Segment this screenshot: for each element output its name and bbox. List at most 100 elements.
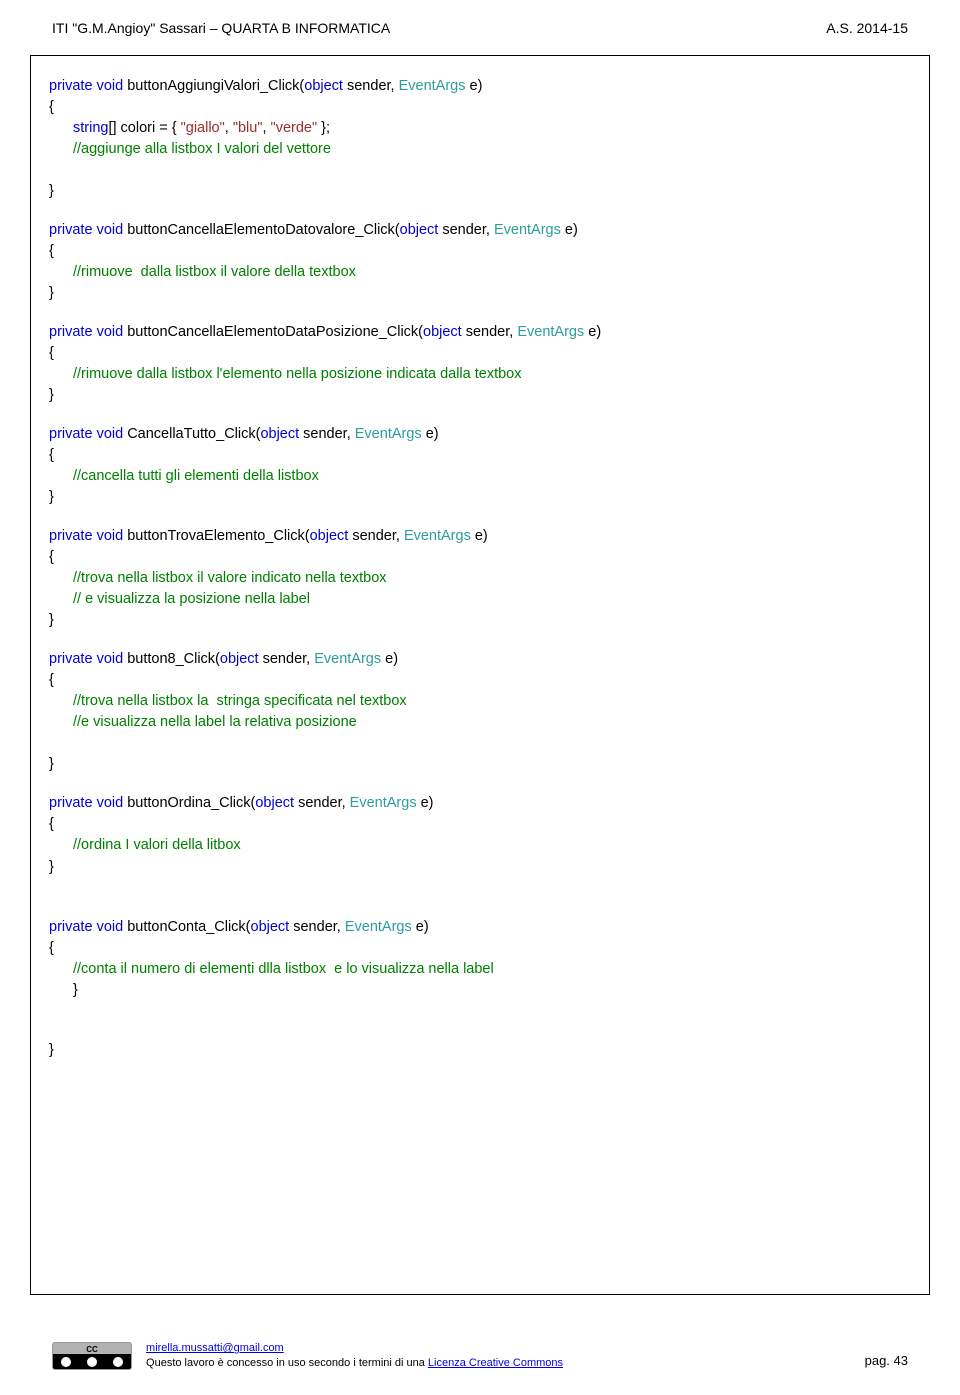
type-eventargs: EventArgs xyxy=(399,78,466,94)
type-eventargs: EventArgs xyxy=(494,222,561,238)
string-literal: "verde" xyxy=(271,120,318,136)
sig-tail: sender, xyxy=(289,919,345,935)
method-button8: private void button8_Click(object sender… xyxy=(49,649,911,775)
brace-close: } xyxy=(49,283,911,304)
kw-private: private xyxy=(49,324,93,340)
page-num-value: 43 xyxy=(894,1353,908,1368)
footer-text: mirella.mussatti@gmail.com Questo lavoro… xyxy=(146,1341,563,1371)
method-cancella-data-posizione: private void buttonCancellaElementoDataP… xyxy=(49,322,911,406)
sig-tail: sender, xyxy=(299,426,355,442)
brace-open: { xyxy=(49,547,911,568)
code-frame: private void buttonAggiungiValori_Click(… xyxy=(30,55,930,1295)
sig-end: e) xyxy=(561,222,578,238)
method-name: buttonCancellaElementoDataPosizione_Clic… xyxy=(123,324,423,340)
brace-open: { xyxy=(49,97,911,118)
brace-open: { xyxy=(49,445,911,466)
string-literal: "giallo" xyxy=(181,120,225,136)
comment: //rimuove dalla listbox l'elemento nella… xyxy=(49,364,911,385)
sig-tail: sender, xyxy=(438,222,494,238)
method-name: buttonConta_Click( xyxy=(123,919,250,935)
text: , xyxy=(225,120,233,136)
brace-close: } xyxy=(49,857,911,878)
kw-private: private xyxy=(49,78,93,94)
comment: //trova nella listbox il valore indicato… xyxy=(49,568,911,589)
method-name: CancellaTutto_Click( xyxy=(123,426,260,442)
method-name: buttonOrdina_Click( xyxy=(123,795,255,811)
cc-license-icon: CC xyxy=(52,1342,132,1370)
kw-object: object xyxy=(423,324,462,340)
method-name: button8_Click( xyxy=(123,651,220,667)
brace-open: { xyxy=(49,814,911,835)
license-link[interactable]: Licenza Creative Commons xyxy=(428,1357,563,1369)
brace-close: } xyxy=(49,610,911,631)
footer-email-link[interactable]: mirella.mussatti@gmail.com xyxy=(146,1342,284,1354)
brace-close: } xyxy=(49,385,911,406)
kw-private: private xyxy=(49,222,93,238)
kw-void: void xyxy=(97,795,124,811)
comment: //aggiunge alla listbox I valori del vet… xyxy=(49,139,911,160)
type-eventargs: EventArgs xyxy=(350,795,417,811)
brace-close: } xyxy=(49,980,911,1001)
type-eventargs: EventArgs xyxy=(314,651,381,667)
method-conta: private void buttonConta_Click(object se… xyxy=(49,917,911,1001)
sig-end: e) xyxy=(412,919,429,935)
sig-end: e) xyxy=(471,528,488,544)
method-trova-elemento: private void buttonTrovaElemento_Click(o… xyxy=(49,526,911,631)
method-name: buttonAggiungiValori_Click( xyxy=(123,78,304,94)
brace-close: } xyxy=(49,487,911,508)
method-cancella-tutto: private void CancellaTutto_Click(object … xyxy=(49,424,911,508)
kw-object: object xyxy=(400,222,439,238)
method-ordina: private void buttonOrdina_Click(object s… xyxy=(49,793,911,877)
type-eventargs: EventArgs xyxy=(404,528,471,544)
string-literal: "blu" xyxy=(233,120,263,136)
brace-open: { xyxy=(49,670,911,691)
kw-void: void xyxy=(97,651,124,667)
kw-object: object xyxy=(310,528,349,544)
comment: //e visualizza nella label la relativa p… xyxy=(49,712,911,733)
comment: //cancella tutti gli elementi della list… xyxy=(49,466,911,487)
sig-tail: sender, xyxy=(348,528,404,544)
text: [] colori = { xyxy=(108,120,180,136)
method-name: buttonCancellaElementoDatovalore_Click( xyxy=(123,222,399,238)
sig-end: e) xyxy=(422,426,439,442)
header-left: ITI "G.M.Angioy" Sassari – QUARTA B INFO… xyxy=(52,18,390,38)
kw-private: private xyxy=(49,795,93,811)
sig-tail: sender, xyxy=(259,651,315,667)
sig-end: e) xyxy=(381,651,398,667)
text: , xyxy=(262,120,270,136)
text: }; xyxy=(317,120,330,136)
kw-void: void xyxy=(97,919,124,935)
kw-object: object xyxy=(260,426,299,442)
method-cancella-datovalore: private void buttonCancellaElementoDatov… xyxy=(49,220,911,304)
kw-void: void xyxy=(97,222,124,238)
header-right: A.S. 2014-15 xyxy=(826,18,908,38)
type-eventargs: EventArgs xyxy=(345,919,412,935)
sig-tail: sender, xyxy=(294,795,350,811)
type-eventargs: EventArgs xyxy=(355,426,422,442)
sig-end: e) xyxy=(584,324,601,340)
comment: //rimuove dalla listbox il valore della … xyxy=(49,262,911,283)
page-header: ITI "G.M.Angioy" Sassari – QUARTA B INFO… xyxy=(52,18,908,38)
class-brace-close: } xyxy=(49,1040,911,1061)
kw-void: void xyxy=(97,324,124,340)
type-eventargs: EventArgs xyxy=(517,324,584,340)
comment: //conta il numero di elementi dlla listb… xyxy=(49,959,911,980)
brace-close: } xyxy=(49,754,911,775)
kw-private: private xyxy=(49,426,93,442)
kw-private: private xyxy=(49,528,93,544)
cc-sa-icon xyxy=(113,1357,123,1367)
kw-object: object xyxy=(251,919,290,935)
method-name: buttonTrovaElemento_Click( xyxy=(123,528,309,544)
brace-open: { xyxy=(49,241,911,262)
kw-private: private xyxy=(49,651,93,667)
method-aggiungi-valori: private void buttonAggiungiValori_Click(… xyxy=(49,76,911,202)
sig-end: e) xyxy=(466,78,483,94)
cc-by-icon xyxy=(61,1357,71,1367)
comment: //trova nella listbox la stringa specifi… xyxy=(49,691,911,712)
page-footer: CC mirella.mussatti@gmail.com Questo lav… xyxy=(52,1341,908,1371)
license-prefix: Questo lavoro è concesso in uso secondo … xyxy=(146,1357,428,1369)
kw-private: private xyxy=(49,919,93,935)
kw-void: void xyxy=(97,528,124,544)
sig-end: e) xyxy=(417,795,434,811)
comment: //ordina I valori della litbox xyxy=(49,835,911,856)
